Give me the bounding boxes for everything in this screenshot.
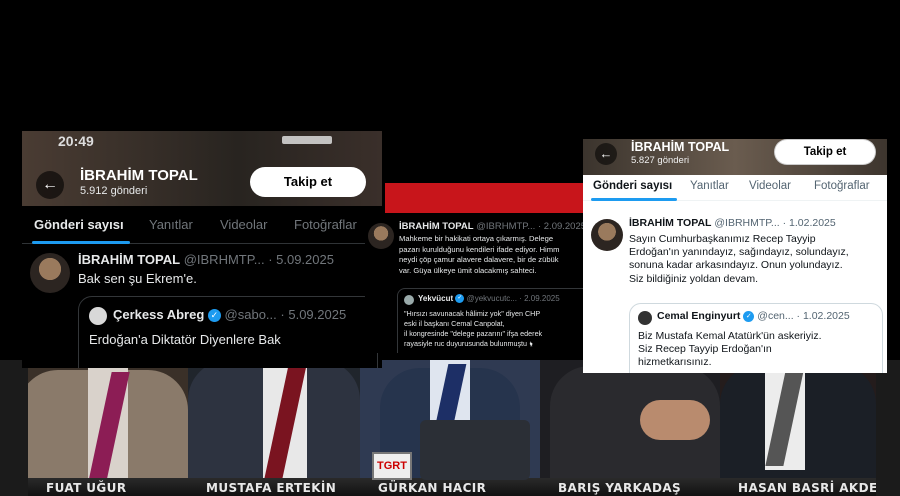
quoted-date: · 2.09.2025: [519, 294, 560, 303]
post-count: 5.827 gönderi: [631, 155, 690, 166]
tweet-text-line: neydi çöp çamur alavere dalavere, bir de…: [399, 255, 559, 264]
guest-name-3: GÜRKAN HACIR: [378, 481, 487, 495]
quoted-author-handle: @yekvucutc...: [466, 294, 517, 303]
tweet-header: İBRAHİM TOPAL @IBRHMTP... · 2.09.2025: [399, 221, 586, 232]
tab-replies[interactable]: Yanıtlar: [149, 217, 193, 232]
guest-name-5: HASAN BASRİ AKDEMİR: [738, 481, 876, 495]
tab-videos[interactable]: Videolar: [220, 217, 267, 232]
tweet-author-name[interactable]: İBRAHİM TOPAL: [399, 221, 474, 232]
status-bar-time: 20:49: [58, 133, 94, 149]
back-arrow-icon[interactable]: ←: [595, 143, 617, 165]
tweet-text-line: Siz bildiğiniz yoldan devam.: [629, 272, 758, 285]
follow-button[interactable]: Takip et: [250, 167, 366, 197]
tab-replies[interactable]: Yanıtlar: [690, 180, 729, 192]
quoted-header: Yekvücut ✓ @yekvucutc... · 2.09.2025: [418, 294, 560, 304]
quoted-date: · 1.02.2025: [796, 310, 850, 322]
profile-name: İBRAHİM TOPAL: [80, 167, 198, 184]
tweet-header: İBRAHİM TOPAL @IBRHMTP... · 1.02.2025: [629, 217, 836, 229]
verified-badge-icon: ✓: [455, 294, 465, 304]
guest-name-4: BARIŞ YARKADAŞ: [558, 481, 682, 495]
studio-desk: [420, 420, 530, 480]
tweet-text: Bak sen şu Ekrem'e.: [78, 271, 197, 286]
tab-posts[interactable]: Gönderi sayısı: [593, 180, 672, 192]
quoted-text: Erdoğan'a Diktatör Diyenlere Bak: [89, 332, 281, 347]
tweet-text: Sayın Cumhurbaşkanımız Recep Tayyip Erdo…: [629, 233, 883, 286]
quoted-tweet-card[interactable]: Cemal Enginyurt ✓ @cen... · 1.02.2025 Bi…: [629, 303, 883, 373]
tweet-author-name[interactable]: İBRAHİM TOPAL: [78, 252, 180, 267]
guest-panel-4: BARIŞ YARKADAŞ: [540, 360, 720, 496]
quoted-text-line: il kongresinde "delege pazarını" ifşa ed…: [404, 329, 543, 338]
quoted-author-name: Yekvücut: [418, 294, 454, 303]
quoted-text-line: hizmetkarısınız.: [638, 356, 712, 369]
guest-panel-5: HASAN BASRİ AKDEMİR: [720, 360, 876, 496]
quoted-avatar: [89, 307, 107, 325]
tweet-author-handle[interactable]: @IBRHMTP...: [476, 221, 535, 232]
quoted-tweet-card[interactable]: Çerkess Abreg ✓ @sabo... · 5.09.2025 Erd…: [78, 296, 378, 368]
guest-name-2: MUSTAFA ERTEKİN: [206, 481, 337, 495]
quoted-avatar: [638, 311, 652, 325]
active-tab-indicator: [32, 241, 130, 244]
tweet-text-line: var. Güya ülkeye ümit olacakmış sahteci.: [399, 265, 537, 275]
tweet-author-name[interactable]: İBRAHİM TOPAL: [629, 217, 711, 229]
tweet-author-handle[interactable]: @IBRHMTP...: [184, 252, 265, 267]
tweet-date[interactable]: · 2.09.2025: [538, 221, 586, 232]
tab-photos[interactable]: Fotoğraflar: [814, 180, 870, 192]
tweet-text-line: Erdoğan'ın yanındayız, sağındayız, solun…: [629, 246, 849, 259]
post-count: 5.912 gönderi: [80, 185, 148, 197]
tweet-text-line: Sayın Cumhurbaşkanımız Recep Tayyip: [629, 233, 816, 245]
tweet-text-line: sonuna kadar arkasındayız. Onun yolunday…: [629, 259, 843, 272]
verified-badge-icon: ✓: [743, 310, 755, 322]
tweet-date[interactable]: · 1.02.2025: [783, 217, 836, 229]
profile-tabs: Gönderi sayısı Yanıtlar Videolar Fotoğra…: [22, 208, 382, 244]
quoted-avatar: [404, 295, 414, 305]
quoted-tweet-card[interactable]: Yekvücut ✓ @yekvucutc... · 2.09.2025 "Hı…: [397, 288, 597, 353]
guest-panel-2: MUSTAFA ERTEKİN: [188, 360, 360, 496]
tab-posts[interactable]: Gönderi sayısı: [34, 217, 124, 232]
guest-name-1: FUAT UĞUR: [46, 481, 127, 495]
quoted-text-line: Siz Recep Tayyip Erdoğan'ın: [638, 343, 772, 356]
follow-button[interactable]: Takip et: [775, 140, 875, 164]
right-twitter-screenshot: ← İBRAHİM TOPAL 5.827 gönderi Takip et G…: [583, 139, 887, 373]
quoted-author-name: Cemal Enginyurt: [657, 310, 741, 322]
quoted-text: Biz Mustafa Kemal Atatürk'ün askeriyiz. …: [638, 330, 878, 370]
quoted-text-line: rayasiyle ruc duyurusunda bulunmuştu 🖢: [404, 339, 533, 348]
tweet-text: Mahkeme bir hakikati ortaya çıkarmış. De…: [399, 234, 599, 276]
tweet-author-handle[interactable]: @IBRHMTP...: [714, 217, 779, 229]
guest-panel-1: FUAT UĞUR: [28, 360, 188, 496]
tgrt-logo: TGRT: [372, 452, 412, 480]
quoted-header: Cemal Enginyurt ✓ @cen... · 1.02.2025: [657, 310, 850, 322]
tweet-date[interactable]: · 5.09.2025: [268, 252, 334, 267]
status-bar-icons: [282, 136, 332, 144]
quoted-text-line: Biz Mustafa Kemal Atatürk'ün askeriyiz.: [638, 330, 822, 342]
quoted-text-line: eski il başkanı Cemal Canpolat,: [404, 319, 505, 328]
quoted-date: · 5.09.2025: [280, 307, 347, 322]
tweet-avatar[interactable]: [30, 253, 70, 293]
quoted-header: Çerkess Abreg ✓ @sabo... · 5.09.2025: [113, 307, 347, 323]
active-tab-indicator: [591, 198, 677, 201]
quoted-text-line: "Hırsızı savunacak hâlimiz yok" diyen CH…: [404, 309, 541, 318]
quoted-author-handle: @sabo...: [224, 307, 277, 322]
tweet-avatar[interactable]: [591, 219, 623, 251]
tab-photos[interactable]: Fotoğraflar: [294, 217, 357, 232]
tweet-text-line: Mahkeme bir hakikati ortaya çıkarmış. De…: [399, 234, 554, 243]
middle-twitter-screenshot: İBRAHİM TOPAL @IBRHMTP... · 2.09.2025 Ma…: [365, 213, 599, 353]
studio-red-wall: [385, 183, 600, 213]
profile-name: İBRAHİM TOPAL: [631, 140, 730, 154]
tab-videos[interactable]: Videolar: [749, 180, 791, 192]
quoted-author-handle: @cen...: [757, 310, 794, 322]
quoted-author-name: Çerkess Abreg: [113, 307, 205, 322]
verified-badge-icon: ✓: [207, 309, 221, 323]
tweet-header: İBRAHİM TOPAL @IBRHMTP... · 5.09.2025: [78, 252, 334, 267]
left-twitter-screenshot: 20:49 ← İBRAHİM TOPAL 5.912 gönderi Taki…: [22, 131, 382, 368]
quoted-text: "Hırsızı savunacak hâlimiz yok" diyen CH…: [404, 309, 596, 349]
tweet-text-line: pazarı kurulduğunu kendileri ifade ediyo…: [399, 244, 560, 254]
back-arrow-icon[interactable]: ←: [36, 171, 64, 199]
tweet-avatar[interactable]: [368, 223, 394, 249]
